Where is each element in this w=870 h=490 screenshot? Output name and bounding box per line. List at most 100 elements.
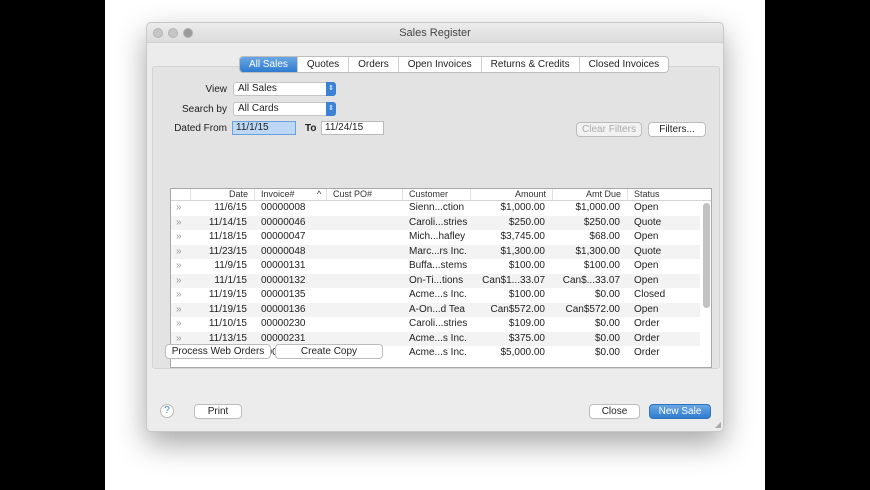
- cell-amount: $100.00: [508, 260, 545, 271]
- help-icon[interactable]: ?: [160, 404, 174, 418]
- filters-button[interactable]: Filters...: [648, 122, 706, 137]
- close-button[interactable]: Close: [589, 404, 640, 419]
- cell-status: Open: [634, 202, 659, 213]
- cell-invoice: 00000132: [261, 274, 306, 286]
- select-arrows-icon: ⇕: [326, 82, 336, 96]
- cell-status: Order: [634, 347, 660, 358]
- cell-date: 11/10/15: [208, 318, 247, 329]
- table-row[interactable]: » 11/19/15 00000136 A-On...d Tea Can$572.00 C…: [171, 302, 700, 318]
- cell-date: 11/1/15: [214, 274, 247, 286]
- sort-ascending-icon: ^: [317, 189, 322, 199]
- drill-down-arrow-icon[interactable]: »: [176, 245, 182, 260]
- cell-customer: On-Ti...tions: [409, 274, 464, 286]
- cell-status: Order: [634, 332, 660, 344]
- cell-date: 11/14/15: [208, 216, 247, 228]
- create-copy-button[interactable]: Create Copy: [275, 344, 383, 359]
- cell-amount: $250.00: [508, 216, 545, 228]
- print-button[interactable]: Print: [194, 404, 242, 419]
- cell-amtdue: Can$572.00: [565, 303, 621, 315]
- tab-orders[interactable]: Orders: [349, 57, 399, 72]
- clear-filters-button[interactable]: Clear Filters: [576, 122, 642, 137]
- dated-from-input[interactable]: 11/1/15: [232, 121, 296, 135]
- cell-amount: $100.00: [508, 289, 545, 300]
- drill-down-arrow-icon[interactable]: »: [176, 259, 182, 274]
- cell-date: 11/19/15: [208, 289, 247, 300]
- cell-amount: $3,745.00: [500, 231, 546, 242]
- drill-down-arrow-icon[interactable]: »: [176, 230, 182, 245]
- vertical-scrollbar[interactable]: [703, 203, 710, 308]
- cell-date: 11/19/15: [208, 303, 247, 315]
- cell-invoice: 00000135: [261, 289, 306, 300]
- column-header-amtdue[interactable]: Amt Due: [552, 189, 627, 200]
- select-arrows-icon: ⇕: [326, 102, 336, 116]
- tab-open-invoices[interactable]: Open Invoices: [399, 57, 482, 72]
- cell-customer: Acme...s Inc.: [409, 347, 467, 358]
- table-row[interactable]: » 11/19/15 00000135 Acme...s Inc. $100.00 $0.…: [171, 288, 700, 303]
- search-by-label: Search by: [181, 104, 227, 115]
- cell-status: Open: [634, 231, 659, 242]
- view-value: All Sales: [238, 83, 277, 94]
- tab-closed-invoices[interactable]: Closed Invoices: [580, 57, 669, 72]
- cell-amount: Can$572.00: [490, 303, 546, 315]
- table-row[interactable]: » 11/18/15 00000047 Mich...hafley $3,745.00 $…: [171, 230, 700, 245]
- cell-customer: Sienn...ction: [409, 202, 465, 213]
- cell-customer: Marc...rs Inc.: [409, 245, 467, 257]
- cell-amtdue: $100.00: [583, 260, 620, 271]
- cell-amtdue: $250.00: [583, 216, 620, 228]
- cell-amtdue: $1,300.00: [575, 245, 621, 257]
- cell-amount: $5,000.00: [500, 347, 546, 358]
- drill-down-arrow-icon[interactable]: »: [176, 216, 182, 231]
- search-by-select[interactable]: All Cards ⇕: [233, 102, 336, 116]
- cell-status: Open: [634, 274, 659, 286]
- tab-returns-credits[interactable]: Returns & Credits: [482, 57, 580, 72]
- table-row[interactable]: » 11/9/15 00000131 Buffa...stems $100.00 $100…: [171, 259, 700, 274]
- tab-quotes[interactable]: Quotes: [298, 57, 350, 72]
- column-header-custpo[interactable]: Cust PO#: [326, 189, 402, 200]
- cell-date: 11/6/15: [214, 202, 247, 213]
- cell-status: Open: [634, 260, 659, 271]
- cell-status: Open: [634, 303, 659, 315]
- cell-amount: $1,300.00: [500, 245, 546, 257]
- drill-down-arrow-icon[interactable]: »: [176, 303, 182, 318]
- drill-down-arrow-icon[interactable]: »: [176, 274, 182, 289]
- cell-amtdue: $0.00: [594, 289, 620, 300]
- table-row[interactable]: » 11/23/15 00000048 Marc...rs Inc. $1,300.00…: [171, 244, 700, 260]
- cell-invoice: 00000131: [261, 260, 306, 271]
- table-row[interactable]: » 11/10/15 00000230 Caroli...stries $109.00 $…: [171, 317, 700, 332]
- cell-customer: Acme...s Inc.: [409, 289, 467, 300]
- resize-grip-icon[interactable]: ◢: [715, 420, 721, 429]
- cell-amount: $375.00: [508, 332, 545, 344]
- view-select[interactable]: All Sales ⇕: [233, 82, 336, 96]
- cell-status: Quote: [634, 245, 662, 257]
- cell-amtdue: $0.00: [594, 332, 620, 344]
- title-bar: Sales Register: [147, 23, 723, 43]
- cell-invoice: 00000008: [261, 202, 306, 213]
- sales-register-window: Sales Register Date Invoice# Cust PO# Custo…: [146, 22, 724, 432]
- cell-amtdue: $1,000.00: [575, 202, 621, 213]
- cell-customer: Caroli...stries: [409, 318, 468, 329]
- cell-amtdue: $68.00: [589, 231, 620, 242]
- table-row[interactable]: » 11/1/15 00000132 On-Ti...tions Can$1...33.…: [171, 273, 700, 289]
- column-header-customer[interactable]: Customer: [402, 189, 470, 200]
- cell-invoice: 00000230: [261, 318, 306, 329]
- cell-invoice: 00000136: [261, 303, 306, 315]
- cell-status: Order: [634, 318, 660, 329]
- cell-amtdue: $0.00: [594, 347, 620, 358]
- cell-amount: $109.00: [508, 318, 545, 329]
- process-web-orders-button[interactable]: Process Web Orders: [165, 344, 271, 359]
- drill-down-arrow-icon[interactable]: »: [176, 317, 182, 332]
- drill-down-arrow-icon[interactable]: »: [176, 288, 182, 303]
- cell-customer: Buffa...stems: [409, 260, 468, 271]
- to-date-input[interactable]: 11/24/15: [321, 121, 384, 135]
- column-header-amount[interactable]: Amount: [470, 189, 552, 200]
- cell-customer: A-On...d Tea: [409, 303, 465, 315]
- drill-down-arrow-icon[interactable]: »: [176, 201, 182, 216]
- table-row[interactable]: » 11/6/15 00000008 Sienn...ction $1,000.00 $1…: [171, 201, 700, 216]
- to-label: To: [305, 123, 317, 134]
- column-header-status[interactable]: Status: [627, 189, 702, 200]
- new-sale-button[interactable]: New Sale: [649, 404, 711, 419]
- tab-all-sales[interactable]: All Sales: [240, 57, 298, 72]
- column-header-date[interactable]: Date: [190, 189, 254, 200]
- table-row[interactable]: » 11/14/15 00000046 Caroli...stries $250.00 $…: [171, 215, 700, 231]
- dated-from-label: Dated From: [174, 123, 227, 134]
